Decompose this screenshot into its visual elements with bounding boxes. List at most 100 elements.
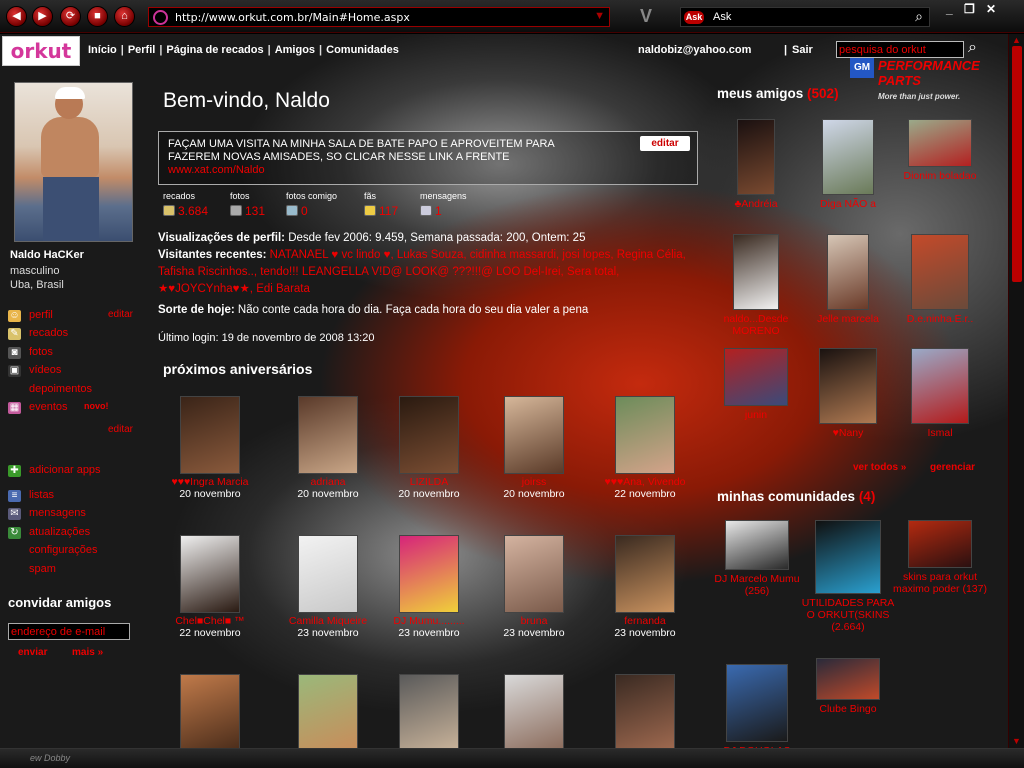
home-icon[interactable]: ⌂ [114,6,135,27]
sidebar-item-label[interactable]: adicionar apps [29,464,101,476]
scroll-down-icon[interactable]: ▼ [1012,736,1021,746]
sidebar-item-edit[interactable]: editar [8,424,143,439]
community-name[interactable]: skins para orkut maximo poder (137) [890,571,990,595]
sidebar-item-fotos[interactable]: ◙ fotos [8,346,143,361]
community-name[interactable]: UTILIDADES PARA O ORKUT(SKINS (2.664) [798,597,898,633]
vertical-scrollbar[interactable]: ▲ ▼ [1008,34,1024,748]
friend-photo[interactable] [298,396,358,474]
see-all-friends-link[interactable]: ver todos » [853,462,906,473]
nav-amigos[interactable]: Amigos [275,44,315,56]
stat-value[interactable]: 117 [364,204,398,218]
sidebar-item-label[interactable]: recados [29,327,68,339]
friend-photo[interactable] [908,119,972,167]
friend-photo[interactable] [911,348,969,424]
browser-search-bar[interactable]: Ask Ask ⌕ [680,7,930,27]
friend-name[interactable]: D.e.ninha.E.r.. [893,313,987,325]
birthday-name[interactable]: LIZILDA [374,476,484,488]
community-name[interactable]: Clube Bingo [798,703,898,715]
birthday-name[interactable]: ♥♥♥Ana, Vivendo [590,476,700,488]
friend-photo[interactable] [399,535,459,613]
community-name[interactable]: DJ Marcelo Mumu (256) [707,573,807,597]
friend-photo[interactable] [819,348,877,424]
friend-photo[interactable] [180,396,240,474]
community-image[interactable] [725,520,789,570]
restore-icon[interactable]: ❐ [964,2,975,16]
address-bar[interactable]: http://www.orkut.com.br/Main#Home.aspx ▼ [148,7,610,27]
stat-value[interactable]: 0 [286,204,308,218]
sidebar-item-label[interactable]: vídeos [29,364,61,376]
friend-name[interactable]: ♣Andréia [709,198,803,210]
sidebar-item-adicionar-apps[interactable]: ✚ adicionar apps [8,464,143,479]
sidebar-item-configurações[interactable]: configurações [8,544,143,559]
sidebar-item-listas[interactable]: ≡ listas [8,489,143,504]
communities-count[interactable]: (4) [859,489,876,504]
sidebar-item-label[interactable]: mensagens [29,507,86,519]
birthday-name[interactable]: Camilla Miqueire [273,615,383,627]
status-link[interactable]: www.xat.com/Naldo [168,164,265,176]
invite-more-link[interactable]: mais » [72,647,103,658]
friend-photo[interactable] [298,535,358,613]
stat-value[interactable]: 1 [420,204,442,218]
friend-photo[interactable] [827,234,869,310]
friend-name[interactable]: Diga NÃO a [801,198,895,210]
friend-photo[interactable] [733,234,779,310]
logout-link[interactable]: Sair [792,44,813,56]
sidebar-item-recados[interactable]: ✎ recados [8,327,143,342]
forward-icon[interactable]: ▶ [32,6,53,27]
stop-icon[interactable]: ■ [87,6,108,27]
avatar[interactable] [14,82,133,242]
friend-photo[interactable] [615,535,675,613]
friend-name[interactable]: Jelle marcela [801,313,895,325]
nav-recados[interactable]: Página de recados [166,44,263,56]
search-icon[interactable]: ⌕ [968,39,977,57]
friend-photo[interactable] [615,674,675,748]
birthday-name[interactable]: DJ Mumu......... [374,615,484,627]
edit-link[interactable]: editar [108,424,133,435]
address-text[interactable]: http://www.orkut.com.br/Main#Home.aspx [175,11,410,24]
sidebar-item-vídeos[interactable]: ▣ vídeos [8,364,143,379]
friend-photo[interactable] [504,674,564,748]
minimize-icon[interactable]: _ [946,2,953,16]
sidebar-item-label[interactable]: depoimentos [29,383,92,395]
nav-comunidades[interactable]: Comunidades [326,44,399,56]
friend-name[interactable]: Ismal [893,427,987,439]
scroll-up-icon[interactable]: ▲ [1012,35,1021,45]
community-image[interactable] [908,520,972,568]
stat-value[interactable]: 131 [230,204,265,218]
back-icon[interactable]: ◀ [6,6,27,27]
dropdown-arrow-icon[interactable]: ▼ [594,10,605,22]
friend-name[interactable]: ♥Nany [801,427,895,439]
friend-photo[interactable] [180,535,240,613]
friend-photo[interactable] [911,234,969,310]
sidebar-item-label[interactable]: configurações [29,544,98,556]
manage-friends-link[interactable]: gerenciar [930,462,975,473]
sidebar-item-label[interactable]: atualizações [29,526,90,538]
sidebar-item-label[interactable]: perfil [29,309,53,321]
sidebar-item-eventos[interactable]: ▦ eventos novo! [8,401,143,416]
friend-photo[interactable] [822,119,874,195]
scrollbar-thumb[interactable] [1012,46,1022,282]
birthday-name[interactable]: joirss [479,476,589,488]
sidebar-item-perfil[interactable]: ☺ perfil editar [8,309,143,324]
friend-name[interactable]: naldo...Desde MORENO [709,313,803,337]
friend-photo[interactable] [298,674,358,748]
friend-photo[interactable] [504,396,564,474]
sidebar-item-atualizações[interactable]: ↻ atualizações [8,526,143,541]
friend-photo[interactable] [399,396,459,474]
sidebar-item-mensagens[interactable]: ✉ mensagens [8,507,143,522]
sidebar-item-depoimentos[interactable]: depoimentos [8,383,143,398]
birthday-name[interactable]: fernanda [590,615,700,627]
community-image[interactable] [816,658,880,700]
invite-send-button[interactable]: enviar [18,647,47,658]
edit-status-button[interactable]: editar [640,136,690,151]
community-image[interactable] [726,664,788,742]
orkut-logo[interactable]: orkut [2,36,80,66]
friend-photo[interactable] [399,674,459,748]
nav-inicio[interactable]: Início [88,44,117,56]
friend-photo[interactable] [724,348,788,406]
friend-name[interactable]: Dionim boladao [893,170,987,182]
friend-photo[interactable] [504,535,564,613]
sidebar-item-label[interactable]: eventos [29,401,68,413]
nav-perfil[interactable]: Perfil [128,44,156,56]
community-image[interactable] [815,520,881,594]
